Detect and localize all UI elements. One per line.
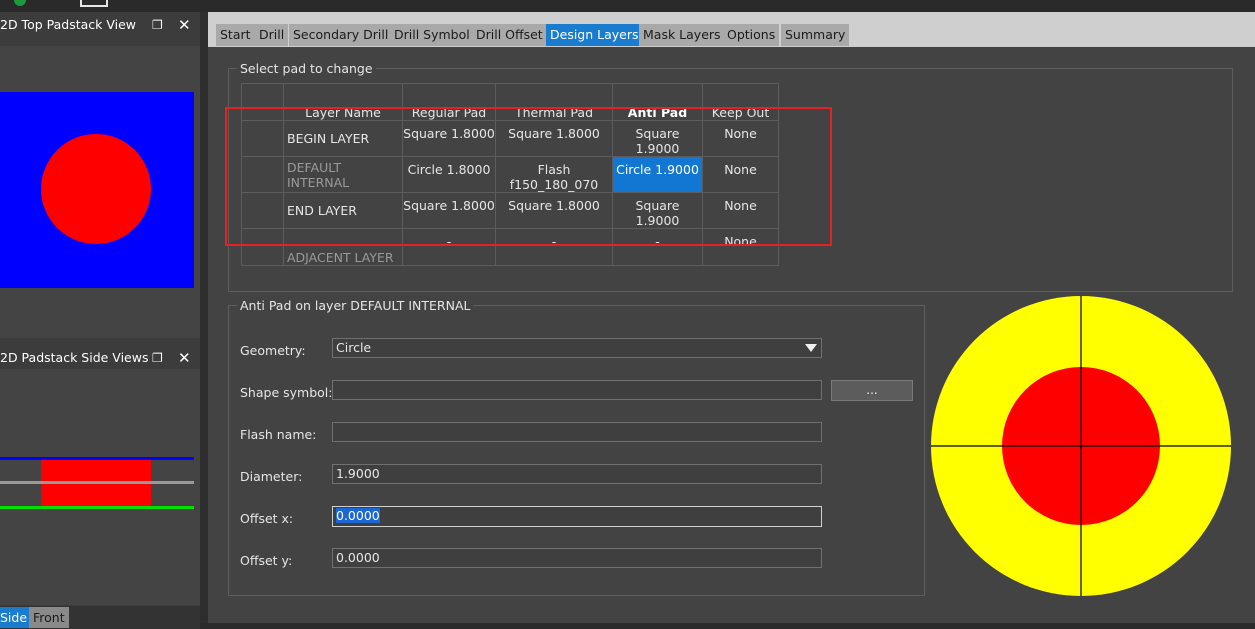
tab-mask-layers[interactable]: Mask Layers [639,24,725,46]
diameter-label: Diameter: [240,469,303,484]
tab-front-view[interactable]: Front [29,607,69,628]
tab-summary[interactable]: Summary [781,24,850,46]
view-tabs: Side Front [0,606,200,629]
side-view-canvas [0,457,194,509]
browse-shape-button[interactable]: ... [831,380,913,401]
left-dock-pane: 2D Top Padstack View ❐ ✕ 2D Padstack Sid… [0,12,200,629]
float-window-icon[interactable]: ❐ [152,347,163,369]
top-view-panel-header: 2D Top Padstack View ❐ ✕ [0,14,200,36]
float-window-icon[interactable]: ❐ [152,14,163,36]
window-icon[interactable] [80,0,108,7]
diameter-input[interactable]: 1.9000 [332,464,822,484]
close-icon[interactable]: ✕ [178,14,191,36]
geometry-dropdown[interactable]: Circle [332,338,822,358]
chevron-down-icon[interactable] [805,344,817,352]
shape-symbol-input[interactable] [332,380,822,400]
anti-pad-edit-group: Anti Pad on layer DEFAULT INTERNAL Geome… [228,298,925,596]
offset-y-value: 0.0000 [336,550,380,565]
diameter-value: 1.9000 [336,466,380,481]
app-status-icon [14,0,26,6]
geometry-label: Geometry: [240,343,306,358]
highlight-box [225,107,832,246]
bottom-layer-line [0,506,194,509]
tab-strip: Start Drill Secondary Drill Drill Symbol… [208,12,1255,47]
offset-y-input[interactable]: 0.0000 [332,548,822,568]
side-padstack-view [0,369,200,605]
pane-splitter[interactable] [200,12,208,623]
tab-side-view[interactable]: Side [0,607,31,628]
top-layer-line [0,457,194,460]
flash-name-input[interactable] [332,422,822,442]
offset-x-label: Offset x: [240,511,294,526]
top-view-canvas [0,92,194,288]
tab-options[interactable]: Options [723,24,780,46]
tab-start[interactable]: Start [216,24,255,46]
shape-symbol-label: Shape symbol: [240,385,333,400]
offset-y-label: Offset y: [240,553,293,568]
tab-drill-symbol[interactable]: Drill Symbol [390,24,474,46]
tab-secondary-drill[interactable]: Secondary Drill [289,24,393,46]
select-pad-group-title: Select pad to change [237,61,376,76]
tab-content: Select pad to change Layer Name Regular … [208,47,1255,623]
tab-drill-offset[interactable]: Drill Offset [472,24,547,46]
anti-pad-group-title: Anti Pad on layer DEFAULT INTERNAL [237,298,474,313]
offset-x-value: 0.0000 [336,508,380,523]
pad-preview [931,296,1231,596]
padstack-editor: Start Drill Secondary Drill Drill Symbol… [208,12,1255,623]
side-view-title: 2D Padstack Side Views [0,350,149,365]
flash-name-label: Flash name: [240,427,317,442]
top-toolbar-strip [0,0,1255,12]
top-padstack-view [0,46,200,338]
offset-x-input[interactable]: 0.0000 [332,506,822,527]
internal-layer-line [0,481,194,484]
tab-drill[interactable]: Drill [255,24,289,46]
side-view-panel-header: 2D Padstack Side Views ❐ ✕ [0,347,200,369]
pad-circle [41,134,151,244]
tab-design-layers[interactable]: Design Layers [546,24,643,46]
geometry-value: Circle [336,340,372,355]
close-icon[interactable]: ✕ [178,347,191,369]
top-view-title: 2D Top Padstack View [0,17,137,32]
